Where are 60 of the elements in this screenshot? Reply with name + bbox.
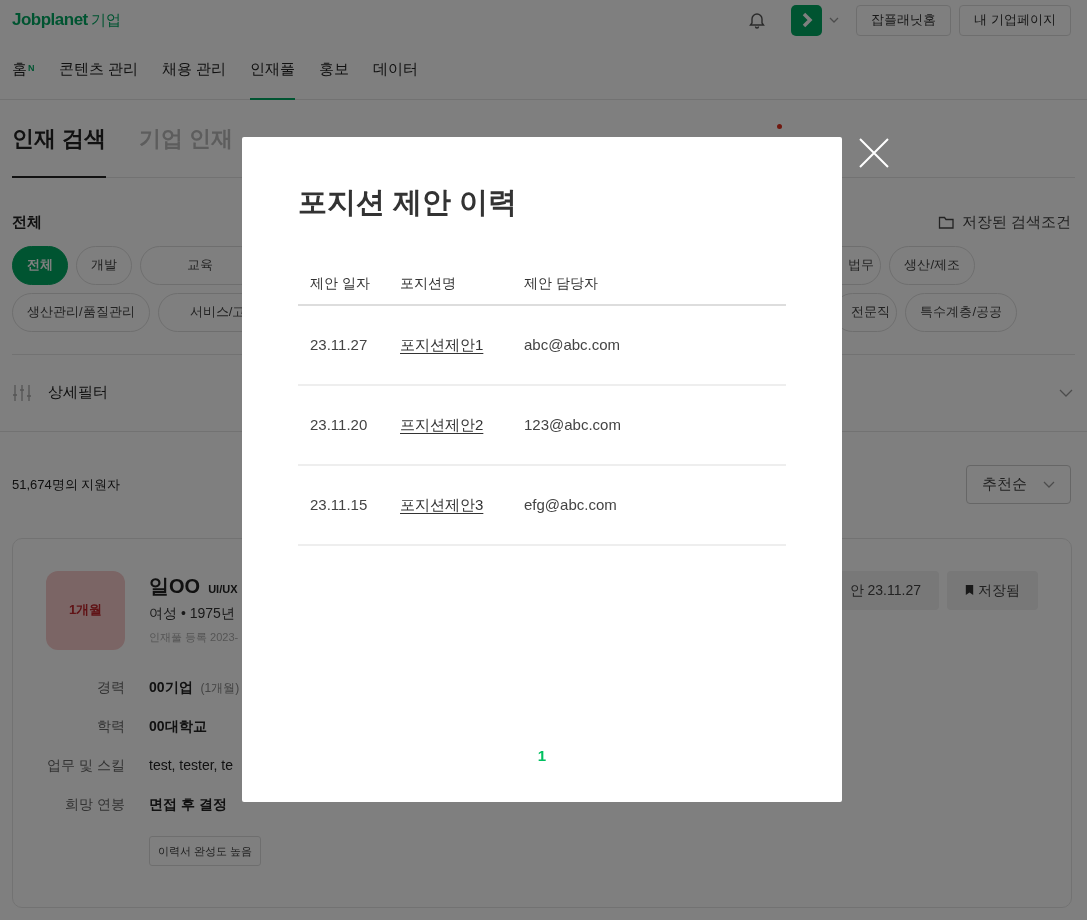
offer-date: 23.11.20 <box>309 414 369 435</box>
nav-tab[interactable]: 홈 N <box>12 40 35 100</box>
applicant-count: 51,674명의 지원자 <box>12 475 121 494</box>
filter-chip[interactable]: 전체 <box>12 245 68 285</box>
field-value: test, tester, te <box>149 755 234 775</box>
manager-email: efg@abc.com <box>524 494 617 515</box>
field-label: 학력 <box>96 716 125 736</box>
field-value: 00기업 <box>149 677 193 697</box>
candidate-info: 여성 • 1975년 <box>149 603 236 623</box>
filter-title: 전체 <box>12 212 42 232</box>
folder-icon <box>937 214 954 231</box>
chevron-right-icon <box>800 12 813 28</box>
field-label: 경력 <box>96 677 125 697</box>
candidate-headline: UI/UX <box>208 581 238 597</box>
sliders-icon <box>12 383 32 402</box>
column-header: 제안 일자 <box>309 274 371 294</box>
page-button[interactable]: 1 <box>531 743 553 768</box>
nav-tab[interactable]: 채용 관리 <box>161 40 226 100</box>
new-label: N <box>28 62 35 76</box>
bell-icon[interactable] <box>748 11 767 29</box>
position-link[interactable]: 포지션제안3 <box>400 495 484 513</box>
column-header: 포지션명 <box>400 274 457 294</box>
logo-text[interactable]: Jobplanet <box>12 7 88 33</box>
filter-chip[interactable]: 생산관리/품질관리 <box>12 292 150 332</box>
chevron-down-icon[interactable] <box>1059 388 1073 397</box>
field-label: 업무 및 스킬 <box>46 755 125 775</box>
field-value: 00대학교 <box>149 716 207 736</box>
candidate-name: 일OO <box>149 573 201 599</box>
position-link[interactable]: 프지션제안2 <box>400 415 484 433</box>
manager-email: abc@abc.com <box>524 334 621 355</box>
detail-filter-toggle[interactable]: 상세필터 <box>12 381 108 404</box>
chevron-down-icon <box>1043 481 1055 488</box>
field-value: 면접 후 결정 <box>149 794 227 814</box>
bookmark-icon <box>965 584 974 596</box>
sub-tab[interactable]: 인재 검색 <box>12 100 107 178</box>
filter-chip[interactable]: 개발 <box>76 245 132 285</box>
saved-button[interactable]: 저장됨 <box>947 570 1038 610</box>
nav-tab[interactable]: 데이터 <box>372 40 418 100</box>
offer-date: 23.11.27 <box>309 334 369 355</box>
nav-tab[interactable]: 인재풀 <box>249 40 295 100</box>
nav-tab[interactable]: 콘텐츠 관리 <box>58 40 138 100</box>
modal-title: 포지션 제안 이력 <box>298 185 519 220</box>
tenure-badge: 1개월 <box>46 570 125 650</box>
filter-chip[interactable]: 생산/제조 <box>889 245 975 285</box>
nav-tab[interactable]: 홍보 <box>318 40 349 100</box>
filter-chip[interactable]: 특수계층/공공 <box>905 292 1017 332</box>
column-header: 제안 담당자 <box>524 274 598 294</box>
logo-suffix: 기업 <box>90 9 121 30</box>
header-button[interactable]: 잡플래닛홈 <box>856 4 952 36</box>
offer-date: 23.11.15 <box>309 494 369 515</box>
resume-tag: 이력서 완성도 높음 <box>149 835 262 866</box>
caret-down-icon[interactable] <box>829 17 840 23</box>
position-link[interactable]: 포지션제안1 <box>400 335 484 353</box>
saved-search-link[interactable]: 저장된 검색조건 <box>937 211 1071 234</box>
field-label: 희망 연봉 <box>64 794 125 814</box>
field-note: (1개월) <box>200 679 240 697</box>
manager-email: 123@abc.com <box>524 414 621 435</box>
company-logo-icon[interactable] <box>791 4 823 36</box>
sort-dropdown[interactable]: 추천순 <box>966 465 1071 504</box>
header-button[interactable]: 내 기업페이지 <box>959 4 1071 36</box>
